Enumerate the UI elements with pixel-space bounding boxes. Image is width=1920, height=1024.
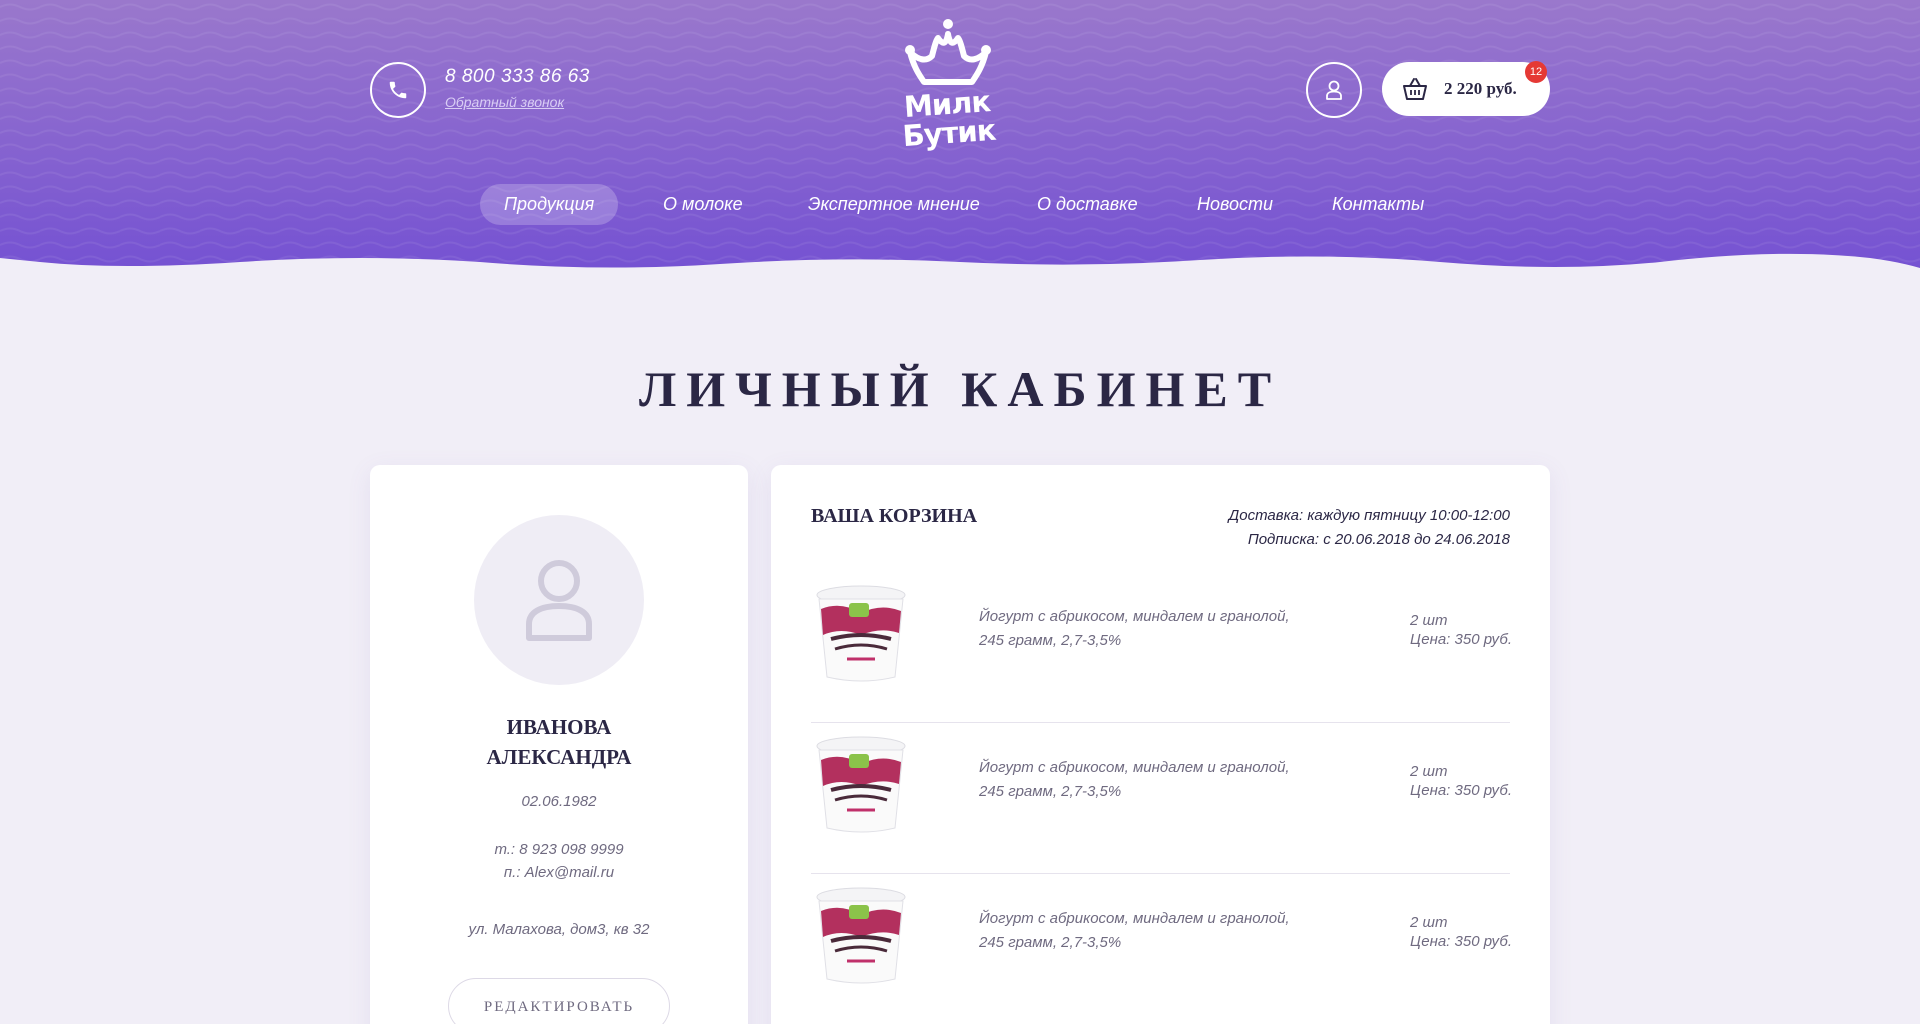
- nav-item-delivery[interactable]: О доставке: [1037, 184, 1138, 225]
- product-price: Цена: 350 руб.: [1410, 631, 1512, 648]
- logo-line-2: Бутик: [901, 112, 997, 154]
- callback-link[interactable]: Обратный звонок: [445, 94, 564, 110]
- product-price: Цена: 350 руб.: [1410, 782, 1512, 799]
- phone-number[interactable]: 8 800 333 86 63: [445, 66, 590, 88]
- account-button[interactable]: [1306, 62, 1362, 118]
- cart-item: Йогурт с абрикосом, миндалем и гранолой,…: [811, 875, 1512, 1024]
- row-divider: [811, 873, 1510, 874]
- product-quantity: 2 шт: [1410, 914, 1448, 931]
- product-name-line-2: 245 грамм, 2,7-3,5%: [979, 934, 1122, 951]
- main-nav: Продукция О молоке Экспертное мнение О д…: [0, 184, 1920, 226]
- product-name-line-1: Йогурт с абрикосом, миндалем и гранолой,: [979, 759, 1290, 776]
- yogurt-product-image[interactable]: [811, 583, 915, 687]
- yogurt-product-image[interactable]: [811, 734, 915, 838]
- yogurt-product-image[interactable]: [811, 885, 915, 989]
- site-header: 8 800 333 86 63 Обратный звонок Милк Бут…: [0, 0, 1920, 280]
- product-name[interactable]: Йогурт с абрикосом, миндалем и гранолой,…: [979, 605, 1309, 653]
- product-name-line-2: 245 грамм, 2,7-3,5%: [979, 783, 1122, 800]
- page-title: ЛИЧНЫЙ КАБИНЕТ: [638, 361, 1282, 417]
- product-quantity: 2 шт: [1410, 763, 1448, 780]
- phone-icon: [389, 81, 407, 99]
- cart-card: ВАША КОРЗИНА Доставка: каждую пятницу 10…: [771, 465, 1550, 1024]
- cart-item: Йогурт с абрикосом, миндалем и гранолой,…: [811, 573, 1512, 723]
- product-name-line-1: Йогурт с абрикосом, миндалем и гранолой,: [979, 608, 1290, 625]
- cart-title: ВАША КОРЗИНА: [811, 505, 978, 527]
- product-name-line-1: Йогурт с абрикосом, миндалем и гранолой,: [979, 910, 1290, 927]
- nav-item-about-milk[interactable]: О молоке: [663, 184, 743, 225]
- basket-icon: [1403, 78, 1427, 100]
- cart-count-badge: 12: [1525, 61, 1547, 83]
- product-price: Цена: 350 руб.: [1410, 933, 1512, 950]
- logo[interactable]: Милк Бутик: [900, 18, 996, 158]
- phone-button[interactable]: [370, 62, 426, 118]
- user-icon: [1326, 80, 1342, 100]
- profile-name: ИВАНОВА АЛЕКСАНДРА: [370, 712, 748, 772]
- profile-email: п.: Alex@mail.ru: [503, 864, 615, 881]
- cart-item: Йогурт с абрикосом, миндалем и гранолой,…: [811, 724, 1512, 874]
- crown-icon: [905, 19, 991, 85]
- nav-item-products[interactable]: Продукция: [480, 184, 619, 225]
- row-divider: [811, 722, 1510, 723]
- profile-card: ИВАНОВА АЛЕКСАНДРА 02.06.1982 т.: 8 923 …: [370, 465, 748, 1024]
- profile-first-name: АЛЕКСАНДРА: [486, 745, 632, 769]
- user-avatar-icon: [526, 560, 592, 641]
- nav-item-news[interactable]: Новости: [1197, 184, 1273, 225]
- product-name[interactable]: Йогурт с абрикосом, миндалем и гранолой,…: [979, 907, 1309, 955]
- product-quantity: 2 шт: [1410, 612, 1448, 629]
- profile-address: ул. Малахова, дом3, кв 32: [468, 921, 650, 938]
- product-name-line-2: 245 грамм, 2,7-3,5%: [979, 632, 1122, 649]
- cart-delivery-info: Доставка: каждую пятницу 10:00-12:00: [1228, 507, 1510, 524]
- profile-phone: т.: 8 923 098 9999: [494, 841, 624, 858]
- edit-profile-button[interactable]: РЕДАКТИРОВАТЬ: [448, 978, 670, 1024]
- cart-total: 2 220 руб.: [1444, 79, 1517, 98]
- avatar[interactable]: [474, 515, 644, 685]
- nav-item-contacts[interactable]: Контакты: [1332, 184, 1424, 225]
- product-name[interactable]: Йогурт с абрикосом, миндалем и гранолой,…: [979, 756, 1309, 804]
- nav-item-expert-opinion[interactable]: Экспертное мнение: [808, 184, 980, 225]
- logo-text: Милк Бутик: [898, 84, 998, 154]
- cart-subscription-info: Подписка: с 20.06.2018 до 24.06.2018: [1247, 531, 1510, 548]
- profile-birth-date: 02.06.1982: [521, 793, 597, 810]
- profile-last-name: ИВАНОВА: [506, 715, 612, 739]
